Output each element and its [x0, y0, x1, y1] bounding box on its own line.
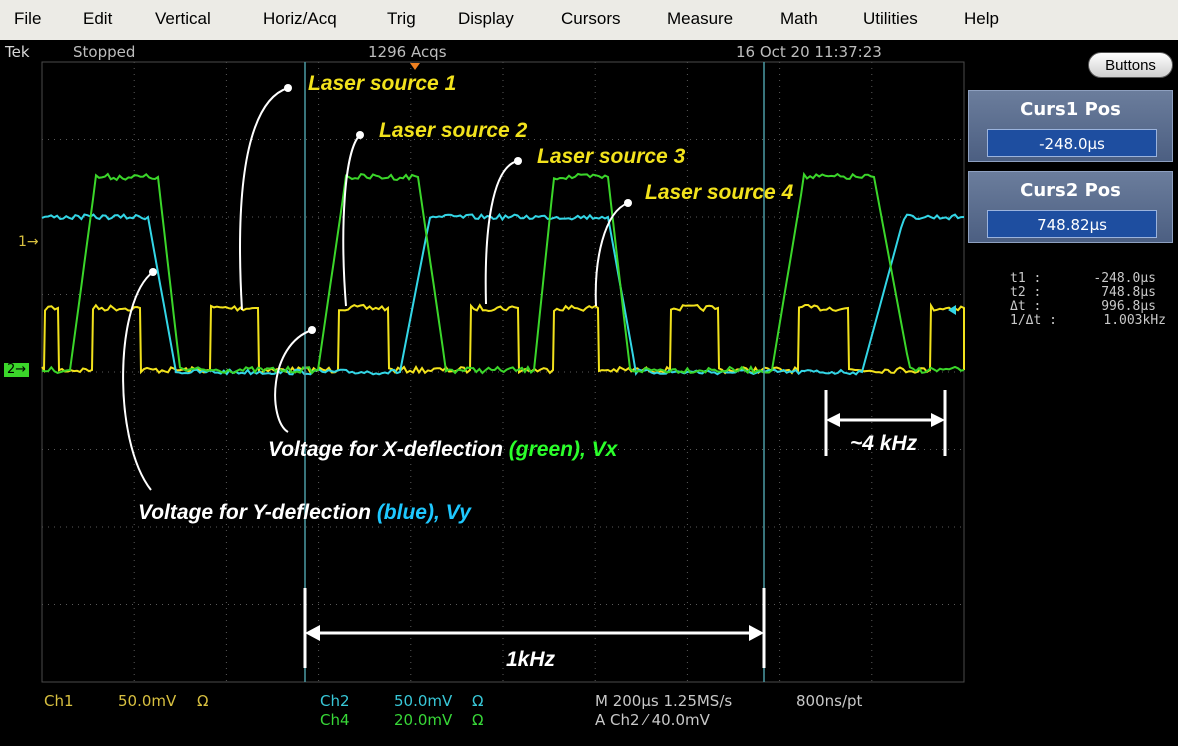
channel2-marker-label: 2 [7, 362, 16, 377]
cursor1-value-field[interactable]: -248.0µs [987, 129, 1157, 157]
vy-label-text: Voltage for Y-deflection [138, 501, 371, 524]
resolution-readout[interactable]: 800ns/pt [796, 692, 862, 710]
ch1-coupling: Ω [197, 692, 209, 710]
annotation-leader-line [122, 271, 154, 491]
freq-4khz-arrowhead-left [826, 413, 840, 427]
ch2-scale[interactable]: 50.0mV [394, 692, 452, 710]
ch1-scale[interactable]: 50.0mV [118, 692, 176, 710]
freq-4khz-arrowhead-right [931, 413, 945, 427]
trigger-readout[interactable]: A Ch2 ⁄ 40.0mV [595, 711, 710, 729]
annotation-leader-line [342, 134, 361, 307]
vy-label: Voltage for Y-deflection (blue), Vy [138, 501, 471, 525]
annotation-leader-dot [514, 157, 522, 165]
measurement-row: t2 : 748.8µs [1010, 286, 1166, 300]
freq-1khz-label: 1kHz [506, 648, 556, 671]
measurement-label: t2 : [1010, 285, 1042, 300]
annotation-leader-dot [308, 326, 316, 334]
vx-label-text: Voltage for X-deflection [268, 438, 503, 461]
vx-deflection-trace [41, 171, 965, 375]
measurement-label: Δt : [1010, 299, 1042, 314]
channel1-marker[interactable]: 1→ [18, 234, 39, 250]
measurement-row: 1/Δt : 1.003kHz [1010, 314, 1166, 328]
annotation-leader-dot [624, 199, 632, 207]
ch4-scale[interactable]: 20.0mV [394, 711, 452, 729]
trigger-position-marker [410, 63, 420, 70]
annotation-leader-dot [356, 131, 364, 139]
annotation-leader-line [484, 160, 519, 305]
cursor2-position-panel[interactable]: Curs2 Pos 748.82µs [968, 171, 1173, 243]
laser-source-1-label: Laser source 1 [308, 72, 457, 95]
cursor-measurements: t1 : -248.0µs t2 : 748.8µs Δt : 996.8µs 1/Δ… [1010, 272, 1166, 328]
buttons-toggle-button[interactable]: Buttons [1088, 52, 1173, 78]
ch2-name[interactable]: Ch2 [320, 692, 350, 710]
ch4-name[interactable]: Ch4 [320, 711, 350, 729]
measurement-label: 1/Δt : [1010, 313, 1057, 328]
freq-1khz-arrowhead-left [305, 625, 320, 641]
channel2-marker[interactable]: 2→ [4, 362, 30, 377]
measurement-value: 996.8µs [1101, 299, 1156, 314]
cursor1-position-panel[interactable]: Curs1 Pos -248.0µs [968, 90, 1173, 162]
measurement-value: 748.8µs [1101, 285, 1156, 300]
channel1-marker-label: 1 [18, 234, 27, 250]
annotation-leader-dot [149, 268, 157, 276]
measurement-row: t1 : -248.0µs [1010, 272, 1166, 286]
annotation-leader-line [274, 329, 313, 433]
timebase-readout[interactable]: M 200µs 1.25MS/s [595, 692, 732, 710]
vx-label-color: (green), Vx [508, 438, 618, 461]
annotation-leader-dot [284, 84, 292, 92]
ch1-name[interactable]: Ch1 [44, 692, 74, 710]
annotation-leader-line [239, 87, 289, 311]
laser-source-2-label: Laser source 2 [379, 119, 528, 142]
measurement-value: -248.0µs [1093, 271, 1156, 286]
reference-arrow-icon [948, 305, 956, 315]
cursor1-title: Curs1 Pos [1020, 99, 1121, 120]
cursor2-title: Curs2 Pos [1020, 180, 1121, 201]
channel-readout-bar: Ch1 50.0mV Ω Ch2 50.0mV Ω Ch4 20.0mV Ω M… [0, 683, 966, 746]
freq-1khz-arrowhead-right [749, 625, 764, 641]
vx-label: Voltage for X-deflection (green), Vx [268, 438, 617, 462]
vy-label-color: (blue), Vy [376, 501, 471, 524]
measurement-label: t1 : [1010, 271, 1042, 286]
freq-4khz-label: ~4 kHz [850, 432, 918, 455]
laser-source-4-label: Laser source 4 [645, 181, 794, 204]
laser-source-3-label: Laser source 3 [537, 145, 686, 168]
cursor2-value-field[interactable]: 748.82µs [987, 210, 1157, 238]
measurement-row: Δt : 996.8µs [1010, 300, 1166, 314]
ch4-coupling: Ω [472, 711, 484, 729]
ch2-coupling: Ω [472, 692, 484, 710]
measurement-value: 1.003kHz [1103, 313, 1166, 328]
